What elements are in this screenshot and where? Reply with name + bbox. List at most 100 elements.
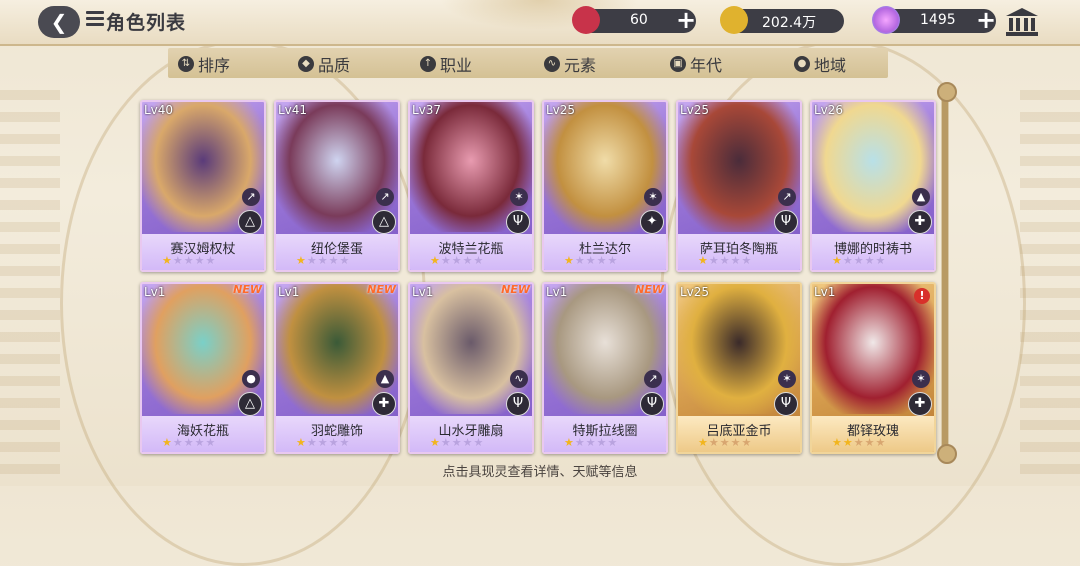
character-card[interactable]: Lv1 NEW ∿ Ψ 山水牙雕扇 ★★★★★ (408, 282, 534, 454)
star-icon: ★ (730, 254, 742, 267)
star-rating: ★★★★★ (296, 254, 350, 267)
character-level: Lv40 (144, 103, 174, 117)
star-icon: ★ (430, 254, 441, 267)
star-icon: ★ (162, 436, 173, 449)
character-card[interactable]: Lv40 ↗ △ 赛汉姆权杖 ★★★★★ (140, 100, 266, 272)
fire-icon: ✶ (778, 370, 796, 388)
star-icon: ★ (306, 254, 318, 267)
star-icon: ★ (596, 436, 608, 449)
character-card[interactable]: Lv1 NEW ● △ 海妖花瓶 ★★★★★ (140, 282, 266, 454)
star-icon: ★ (194, 436, 206, 449)
star-icon: ★ (719, 254, 731, 267)
earth-icon: ▲ (912, 188, 930, 206)
trident-icon: Ψ (774, 210, 798, 234)
delta-icon: △ (238, 210, 262, 234)
star-icon: ★ (607, 436, 619, 449)
star-rating: ★★★★★ (564, 436, 618, 449)
new-badge: NEW (233, 283, 262, 296)
back-button[interactable]: ❮ (38, 6, 80, 38)
name-band: 特斯拉线圈 ★★★★★ (544, 416, 666, 452)
delta-icon: △ (238, 392, 262, 416)
star-icon: ★ (585, 436, 597, 449)
resource-gold: 202.4万 (720, 6, 844, 34)
filter-sort[interactable]: ⇅ 排序 (178, 52, 230, 76)
character-level: Lv25 (680, 285, 710, 299)
character-card[interactable]: Lv25 ↗ Ψ 萨耳珀冬陶瓶 ★★★★★ (676, 100, 802, 272)
star-icon: ★ (875, 436, 887, 449)
character-card[interactable]: Lv1! ✶ ✚ 都铎玫瑰 ★★★★★ (810, 282, 936, 454)
character-card[interactable]: Lv37 ✶ Ψ 波特兰花瓶 ★★★★★ (408, 100, 534, 272)
star-icon: ★ (183, 254, 195, 267)
side-ornament-right (1020, 90, 1080, 480)
star-icon: ★ (317, 436, 329, 449)
filter-quality[interactable]: ◆ 品质 (298, 52, 350, 76)
star-icon: ★ (585, 254, 597, 267)
trident-icon: Ψ (640, 392, 664, 416)
name-band: 波特兰花瓶 ★★★★★ (410, 234, 532, 270)
star-icon: ★ (317, 254, 329, 267)
trident-icon: Ψ (506, 392, 530, 416)
filter-era[interactable]: ▣ 年代 (670, 52, 722, 76)
filter-class[interactable]: ↑ 职业 (420, 52, 472, 76)
side-ornament-left (0, 90, 60, 480)
character-card[interactable]: Lv1 NEW ↗ Ψ 特斯拉线圈 ★★★★★ (542, 282, 668, 454)
scrollbar-thumb[interactable] (942, 94, 948, 454)
gold-value: 202.4万 (762, 15, 817, 31)
star-rating: ★★★★★ (698, 254, 752, 267)
star-icon: ★ (328, 436, 340, 449)
star-icon: ★ (183, 436, 195, 449)
fire-icon: ✶ (644, 188, 662, 206)
star-icon: ★ (574, 254, 586, 267)
scrollbar[interactable] (937, 82, 957, 464)
filter-era-label: 年代 (690, 56, 723, 75)
new-badge: NEW (367, 283, 396, 296)
quality-icon: ◆ (298, 56, 314, 72)
character-card[interactable]: Lv25 ✶ Ψ 吕底亚金币 ★★★★★ (676, 282, 802, 454)
add-ticket-button[interactable]: + (674, 8, 698, 32)
filter-element-label: 元素 (564, 56, 597, 75)
scrollbar-top-knob (937, 82, 957, 102)
star-icon: ★ (451, 254, 463, 267)
ticket-icon (572, 6, 600, 34)
filter-quality-label: 品质 (318, 56, 351, 75)
filter-element[interactable]: ∿ 元素 (544, 52, 596, 76)
star-icon: ★ (473, 254, 485, 267)
star-icon: ★ (462, 436, 474, 449)
class-icon: ↑ (420, 56, 436, 72)
star-icon: ★ (864, 436, 876, 449)
star-icon: ★ (162, 254, 173, 267)
filter-region[interactable]: ● 地域 (794, 52, 846, 76)
star-icon: ★ (564, 436, 575, 449)
star-icon: ★ (172, 436, 184, 449)
earth-icon: ▲ (376, 370, 394, 388)
star-icon: ★ (741, 436, 753, 449)
star-icon: ★ (875, 254, 887, 267)
name-band: 羽蛇雕饰 ★★★★★ (276, 416, 398, 452)
name-band: 吕底亚金币 ★★★★★ (678, 416, 800, 452)
list-icon (86, 11, 104, 29)
filter-class-label: 职业 (440, 56, 473, 75)
star-icon: ★ (842, 254, 854, 267)
character-card[interactable]: Lv1 NEW ▲ ✚ 羽蛇雕饰 ★★★★★ (274, 282, 400, 454)
star-icon: ★ (564, 254, 575, 267)
star-icon: ★ (462, 254, 474, 267)
element-icon: ∿ (544, 56, 560, 72)
star-icon: ★ (440, 436, 452, 449)
bank-icon[interactable] (1004, 6, 1040, 38)
shield-icon: ✦ (640, 210, 664, 234)
star-rating: ★★★★★ (430, 254, 484, 267)
character-level: Lv37 (412, 103, 442, 117)
alert-badge: ! (914, 288, 930, 304)
filter-region-label: 地域 (814, 56, 847, 75)
trident-icon: Ψ (774, 392, 798, 416)
delta-icon: △ (372, 210, 396, 234)
star-icon: ★ (842, 436, 854, 449)
add-gem-button[interactable]: + (974, 8, 998, 32)
star-icon: ★ (473, 436, 485, 449)
star-icon: ★ (306, 436, 318, 449)
character-card[interactable]: Lv25 ✶ ✦ 杜兰达尔 ★★★★★ (542, 100, 668, 272)
crit-icon: ↗ (242, 188, 260, 206)
star-icon: ★ (607, 254, 619, 267)
character-card[interactable]: Lv41 ↗ △ 纽伦堡蛋 ★★★★★ (274, 100, 400, 272)
character-card[interactable]: Lv26 ▲ ✚ 博娜的时祷书 ★★★★★ (810, 100, 936, 272)
